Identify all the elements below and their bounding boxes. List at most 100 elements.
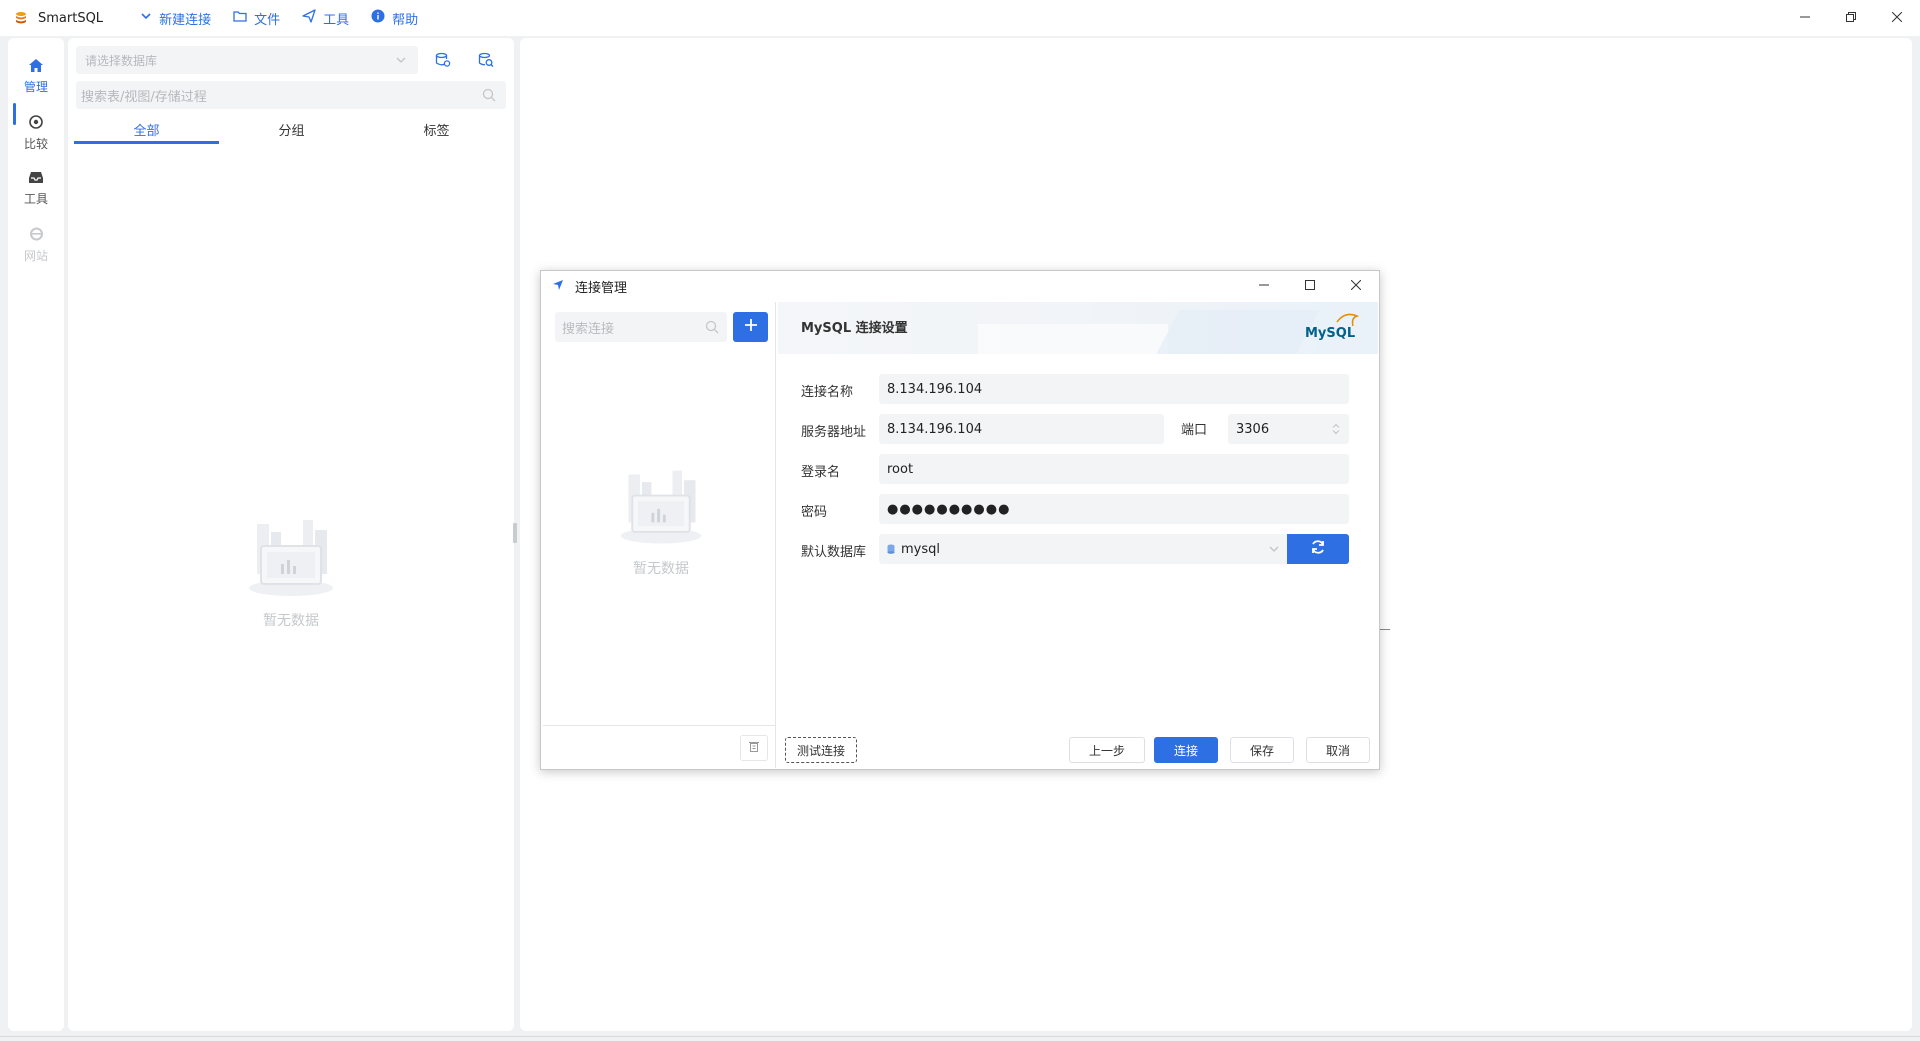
menu-tools[interactable]: 工具 [302, 9, 349, 28]
add-connection-button[interactable] [733, 312, 768, 342]
activity-item-compare[interactable]: 比较 [8, 108, 64, 158]
dialog-minimize-button[interactable] [1241, 271, 1287, 301]
close-button[interactable] [1874, 0, 1920, 36]
trash-icon [749, 741, 759, 756]
refresh-icon [1310, 539, 1326, 559]
connect-button[interactable]: 连接 [1154, 737, 1218, 763]
chevron-down-icon [1267, 542, 1281, 560]
connection-name-field[interactable]: 8.134.196.104 [879, 374, 1349, 404]
window-controls [1782, 0, 1920, 36]
restore-icon [1846, 11, 1856, 26]
server-address-value: 8.134.196.104 [887, 421, 983, 437]
object-explorer: 请选择数据库 搜索表/视图/存储过程 全部 分组 标签 暂无数据 [68, 38, 514, 1031]
search-icon [482, 88, 496, 106]
port-label: 端口 [1181, 423, 1208, 438]
refresh-databases-button[interactable] [1287, 534, 1349, 564]
tab-group[interactable]: 分组 [219, 114, 364, 144]
connection-search-placeholder: 搜索连接 [562, 321, 615, 337]
activity-bar: 管理 比较 工具 网站 [8, 38, 64, 1031]
header-decoration [978, 324, 1168, 354]
activity-label-website: 网站 [23, 248, 48, 263]
default-database-select[interactable]: mysql [879, 534, 1291, 564]
chevron-down-icon [140, 10, 159, 26]
send-icon [302, 9, 323, 27]
close-icon [1350, 279, 1362, 294]
connection-search-input[interactable]: 搜索连接 [555, 312, 727, 342]
explorer-tabs: 全部 分组 标签 [74, 114, 510, 144]
title-bar: SmartSQL 新建连接 文件 工具 帮助 [0, 0, 1920, 36]
default-database-value: mysql [901, 541, 940, 557]
object-search-input[interactable]: 搜索表/视图/存储过程 [76, 81, 506, 109]
header-decoration [1156, 310, 1320, 354]
password-field[interactable]: ●●●●●●●●●● [879, 494, 1349, 524]
empty-data-icon [243, 518, 339, 604]
delete-connection-button[interactable] [740, 735, 768, 761]
minimize-button[interactable] [1782, 0, 1828, 36]
test-connection-button[interactable]: 测试连接 [785, 737, 857, 763]
port-value: 3306 [1236, 421, 1270, 437]
navigation-icon [553, 279, 563, 294]
login-name-label: 登录名 [801, 465, 841, 480]
activity-item-website[interactable]: 网站 [8, 220, 64, 270]
previous-step-button[interactable]: 上一步 [1069, 737, 1145, 763]
settings-header: MySQL 连接设置 MySQL [778, 302, 1378, 354]
server-address-field[interactable]: 8.134.196.104 [879, 414, 1164, 444]
menu-new-connection-label: 新建连接 [159, 12, 212, 28]
home-icon [29, 59, 43, 78]
list-footer-divider [543, 725, 775, 726]
dialog-maximize-button[interactable] [1287, 271, 1333, 301]
port-stepper[interactable]: 3306 [1228, 414, 1349, 444]
minimize-icon [1800, 11, 1810, 26]
database-select[interactable]: 请选择数据库 [76, 46, 418, 74]
database-icon [887, 544, 895, 554]
menu-new-connection[interactable]: 新建连接 [140, 9, 211, 28]
database-refresh-icon[interactable] [433, 50, 453, 70]
chevron-down-icon [394, 53, 408, 70]
menu-file[interactable]: 文件 [233, 9, 280, 28]
status-divider [0, 1036, 1920, 1037]
dialog-title: 连接管理 [575, 280, 628, 296]
spinner-arrows-icon[interactable] [1332, 423, 1340, 439]
database-select-placeholder: 请选择数据库 [85, 53, 158, 68]
compass-icon [29, 114, 43, 135]
menu-tools-label: 工具 [323, 12, 350, 28]
login-name-field[interactable]: root [879, 454, 1349, 484]
menu-help-label: 帮助 [392, 12, 419, 28]
connection-settings-panel: MySQL 连接设置 MySQL 连接名称 8.134.196.104 服务器地… [778, 302, 1378, 768]
inbox-icon [29, 171, 43, 190]
settings-title: MySQL 连接设置 [801, 321, 908, 336]
connection-name-value: 8.134.196.104 [887, 381, 983, 397]
info-icon [371, 9, 392, 27]
cancel-button[interactable]: 取消 [1306, 737, 1370, 763]
activity-item-manage[interactable]: 管理 [8, 52, 64, 102]
activity-item-tools[interactable]: 工具 [8, 164, 64, 214]
activity-label-tools: 工具 [23, 192, 48, 206]
dialog-window-controls [1241, 271, 1379, 301]
minimize-icon [1259, 279, 1269, 294]
dialog-close-button[interactable] [1333, 271, 1379, 301]
database-search-icon[interactable] [476, 50, 496, 70]
app-name: SmartSQL [38, 10, 104, 26]
divider [1380, 629, 1390, 630]
password-label: 密码 [801, 505, 828, 520]
save-button[interactable]: 保存 [1230, 737, 1294, 763]
mysql-logo-text: MySQL [1305, 326, 1355, 341]
object-search-placeholder: 搜索表/视图/存储过程 [81, 89, 207, 105]
search-icon [705, 320, 719, 338]
tab-tag[interactable]: 标签 [364, 114, 509, 144]
close-icon [1891, 11, 1903, 26]
password-value: ●●●●●●●●●● [887, 501, 1011, 517]
empty-data-icon [615, 468, 707, 552]
explorer-empty-state: 暂无数据 [243, 518, 339, 630]
server-address-label: 服务器地址 [801, 425, 867, 440]
menu-help[interactable]: 帮助 [371, 9, 418, 28]
connection-list-panel: 搜索连接 暂无数据 [543, 302, 776, 768]
login-name-value: root [887, 461, 914, 477]
maximize-icon [1305, 279, 1315, 294]
dialog-title-bar: 连接管理 [541, 271, 1379, 301]
restore-button[interactable] [1828, 0, 1874, 36]
empty-text: 暂无数据 [263, 613, 319, 629]
connection-manager-dialog: 连接管理 搜索连接 暂无数据 MySQL 连接设置 MySQL 连接名称 8.1… [540, 270, 1380, 770]
tab-all[interactable]: 全部 [74, 114, 219, 144]
panel-splitter[interactable] [513, 523, 517, 543]
